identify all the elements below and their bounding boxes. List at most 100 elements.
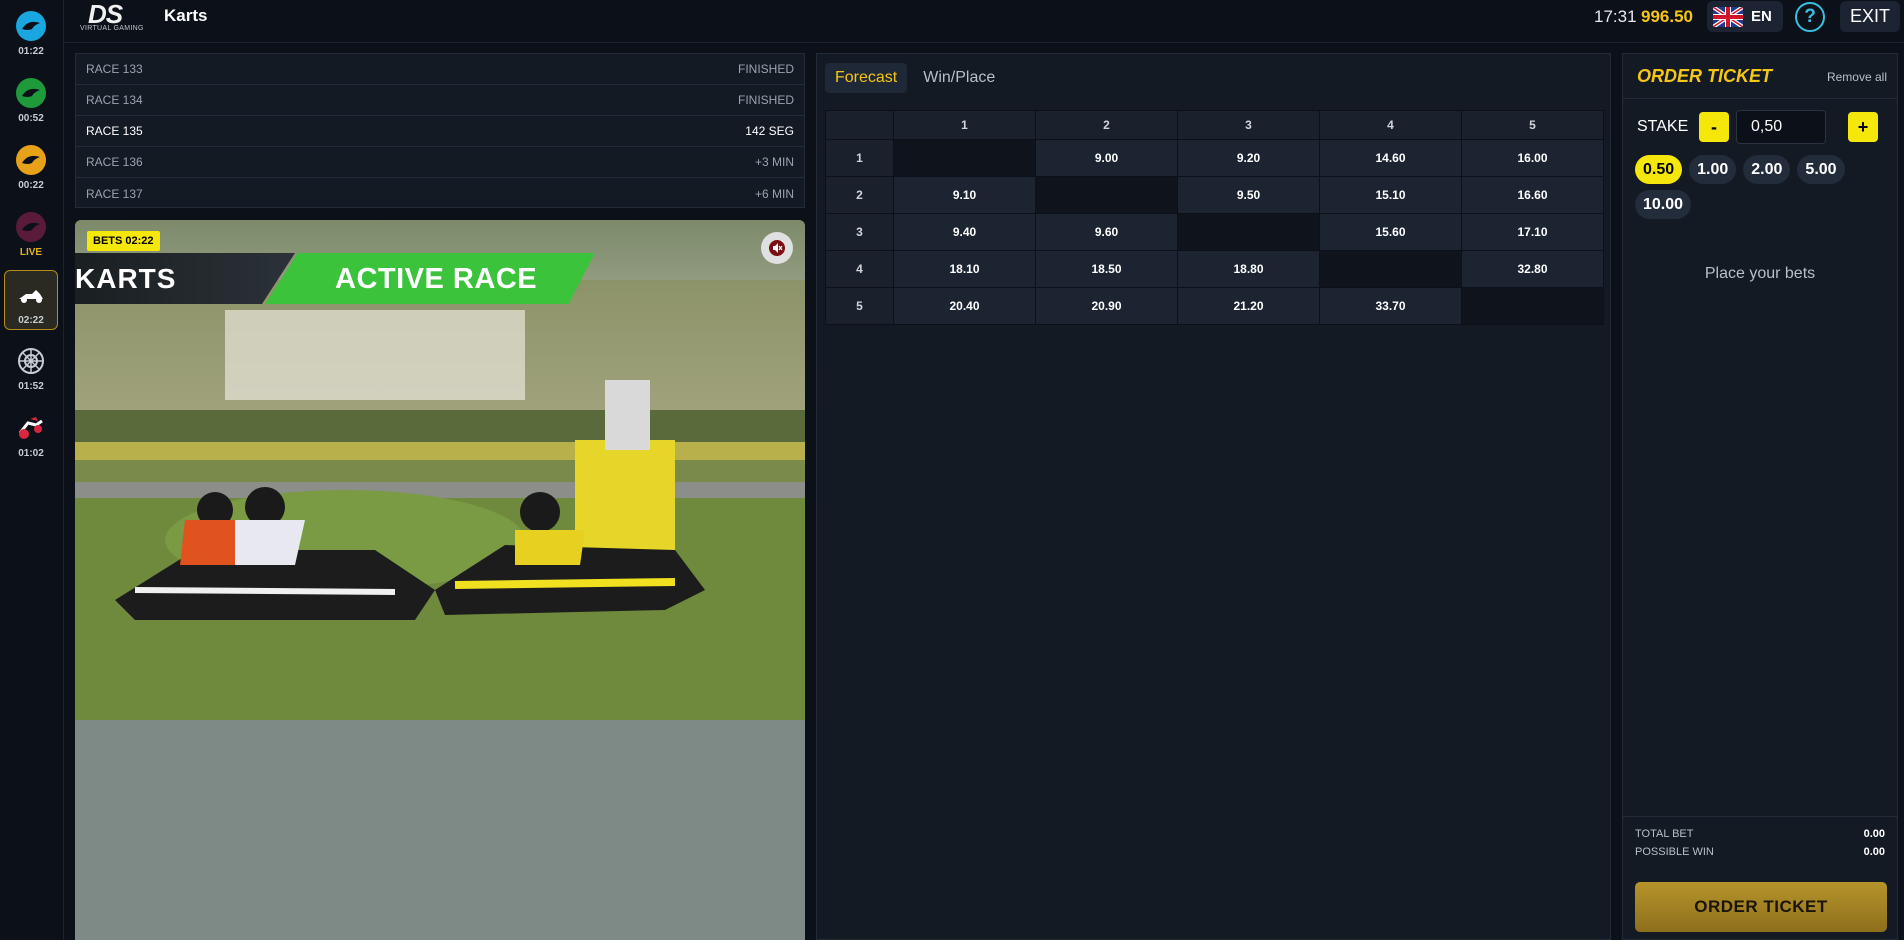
column-header: 2 (1035, 110, 1178, 140)
order-ticket-header: ORDER TICKET Remove all (1623, 54, 1897, 99)
race-row-current[interactable]: RACE 135 142 SEG (76, 116, 804, 147)
odds-cell[interactable]: 33.70 (1319, 287, 1462, 325)
possible-win-value: 0.00 (1863, 846, 1885, 858)
odds-cell[interactable]: 16.00 (1461, 139, 1604, 177)
odds-cell[interactable]: 9.20 (1177, 139, 1320, 177)
clock: 17:31 (1594, 7, 1637, 26)
race-row[interactable]: RACE 134 FINISHED (76, 85, 804, 116)
horse-racing-live-icon (16, 212, 46, 242)
odds-cell[interactable]: 32.80 (1461, 250, 1604, 288)
odds-cell[interactable]: 18.50 (1035, 250, 1178, 288)
grid-row: 5 20.40 20.90 21.20 33.70 (825, 287, 1604, 325)
order-ticket-button[interactable]: ORDER TICKET (1635, 882, 1887, 932)
race-name: RACE 135 (86, 124, 143, 138)
bets-countdown-badge: BETS 02:22 (87, 231, 160, 251)
grid-row: 3 9.40 9.60 15.60 17.10 (825, 213, 1604, 251)
grid-row: 4 18.10 18.50 18.80 32.80 (825, 250, 1604, 288)
odds-cell[interactable]: 14.60 (1319, 139, 1462, 177)
race-status: FINISHED (737, 93, 794, 107)
rail-time: 01:02 (18, 448, 44, 459)
row-header: 3 (825, 213, 894, 251)
odds-cell[interactable]: 18.10 (893, 250, 1036, 288)
help-button[interactable]: ? (1795, 2, 1825, 32)
horse-racing-orange-icon (16, 145, 46, 175)
rail-item-karts[interactable]: 02:22 (4, 270, 58, 330)
race-status: +6 MIN (754, 186, 794, 201)
odds-cell[interactable]: 18.80 (1177, 250, 1320, 288)
odds-cell-disabled (1035, 176, 1178, 214)
total-bet-row: TOTAL BET 0.00 (1635, 828, 1885, 840)
exit-button[interactable]: EXIT (1840, 1, 1900, 32)
odds-cell[interactable]: 9.00 (1035, 139, 1178, 177)
odds-cell[interactable]: 21.20 (1177, 287, 1320, 325)
odds-cell[interactable]: 20.90 (1035, 287, 1178, 325)
tab-win-place[interactable]: Win/Place (913, 63, 1005, 93)
odds-cell[interactable]: 9.50 (1177, 176, 1320, 214)
rail-time: 00:22 (18, 180, 44, 191)
possible-win-label: POSSIBLE WIN (1635, 846, 1714, 858)
market-panel: Forecast Win/Place 1 2 3 4 5 1 9.00 9.20… (816, 53, 1611, 940)
odds-cell-disabled (1177, 213, 1320, 251)
stake-chip[interactable]: 2.00 (1743, 155, 1791, 184)
odds-cell[interactable]: 16.60 (1461, 176, 1604, 214)
rail-time: 00:52 (18, 113, 44, 124)
stake-decrease-button[interactable]: - (1699, 112, 1729, 142)
race-video[interactable]: KARTS ACTIVE RACE BETS 02:22 (75, 220, 805, 940)
race-status: +3 MIN (754, 155, 794, 169)
rail-item-wheel[interactable]: 01:52 (4, 337, 58, 397)
column-header: 1 (893, 110, 1036, 140)
tab-forecast[interactable]: Forecast (825, 63, 908, 93)
balance: 996.50 (1641, 7, 1693, 26)
language-selector[interactable]: EN (1707, 1, 1783, 32)
rail-time: 01:22 (18, 46, 44, 57)
rail-item-live[interactable]: LIVE (4, 203, 58, 263)
odds-cell[interactable]: 9.40 (893, 213, 1036, 251)
stake-chip[interactable]: 1.00 (1689, 155, 1737, 184)
grid-row: 1 9.00 9.20 14.60 16.00 (825, 139, 1604, 177)
odds-cell[interactable]: 17.10 (1461, 213, 1604, 251)
race-video-frame (75, 220, 805, 940)
stake-input[interactable] (1736, 110, 1826, 144)
total-bet-label: TOTAL BET (1635, 828, 1694, 840)
dog-racing-blue-icon (16, 11, 46, 41)
odds-cell[interactable]: 9.10 (893, 176, 1036, 214)
odds-cell[interactable]: 15.10 (1319, 176, 1462, 214)
stake-increase-button[interactable]: + (1848, 112, 1878, 142)
rail-item-motorbike[interactable]: 01:02 (4, 404, 58, 464)
rail-time: 01:52 (18, 381, 44, 392)
page-title: Karts (164, 6, 208, 25)
odds-cell-disabled (893, 139, 1036, 177)
race-row[interactable]: RACE 137 +6 MIN (76, 178, 804, 209)
stake-chip[interactable]: 5.00 (1797, 155, 1845, 184)
possible-win-row: POSSIBLE WIN 0.00 (1635, 846, 1885, 858)
race-name: RACE 137 (86, 186, 143, 201)
odds-cell[interactable]: 15.60 (1319, 213, 1462, 251)
forecast-grid: 1 2 3 4 5 1 9.00 9.20 14.60 16.00 2 9.10… (825, 110, 1604, 325)
mute-icon (769, 240, 785, 256)
odds-cell[interactable]: 20.40 (893, 287, 1036, 325)
total-bet-value: 0.00 (1863, 828, 1885, 840)
race-row[interactable]: RACE 136 +3 MIN (76, 147, 804, 178)
race-row[interactable]: RACE 133 FINISHED (76, 54, 804, 85)
stake-chips: 0.50 1.00 2.00 5.00 10.00 (1635, 155, 1885, 219)
uk-flag-icon (1713, 6, 1743, 27)
sound-toggle-button[interactable] (761, 232, 793, 264)
banner-active-race-text: ACTIVE RACE (335, 263, 538, 295)
kart-icon (16, 280, 46, 310)
rail-time: 02:22 (18, 315, 44, 326)
rail-live-label: LIVE (19, 247, 43, 258)
column-header: 4 (1319, 110, 1462, 140)
top-header: DS VIRTUAL GAMING Karts 17:31 996.50 EN … (64, 0, 1904, 43)
remove-all-link[interactable]: Remove all (1827, 70, 1887, 84)
game-rail: 01:22 00:52 00:22 LIVE 02:22 01:52 01:02 (0, 0, 64, 940)
rail-item-horses-green[interactable]: 00:52 (4, 69, 58, 129)
odds-cell[interactable]: 9.60 (1035, 213, 1178, 251)
stake-chip[interactable]: 10.00 (1635, 190, 1692, 219)
rail-item-horses-orange[interactable]: 00:22 (4, 136, 58, 196)
rail-item-dogs[interactable]: 01:22 (4, 2, 58, 62)
banner-karts-text: KARTS (75, 263, 177, 294)
row-header: 4 (825, 250, 894, 288)
grid-header-row: 1 2 3 4 5 (825, 110, 1604, 140)
stake-chip[interactable]: 0.50 (1635, 155, 1683, 184)
race-status: FINISHED (737, 62, 794, 76)
